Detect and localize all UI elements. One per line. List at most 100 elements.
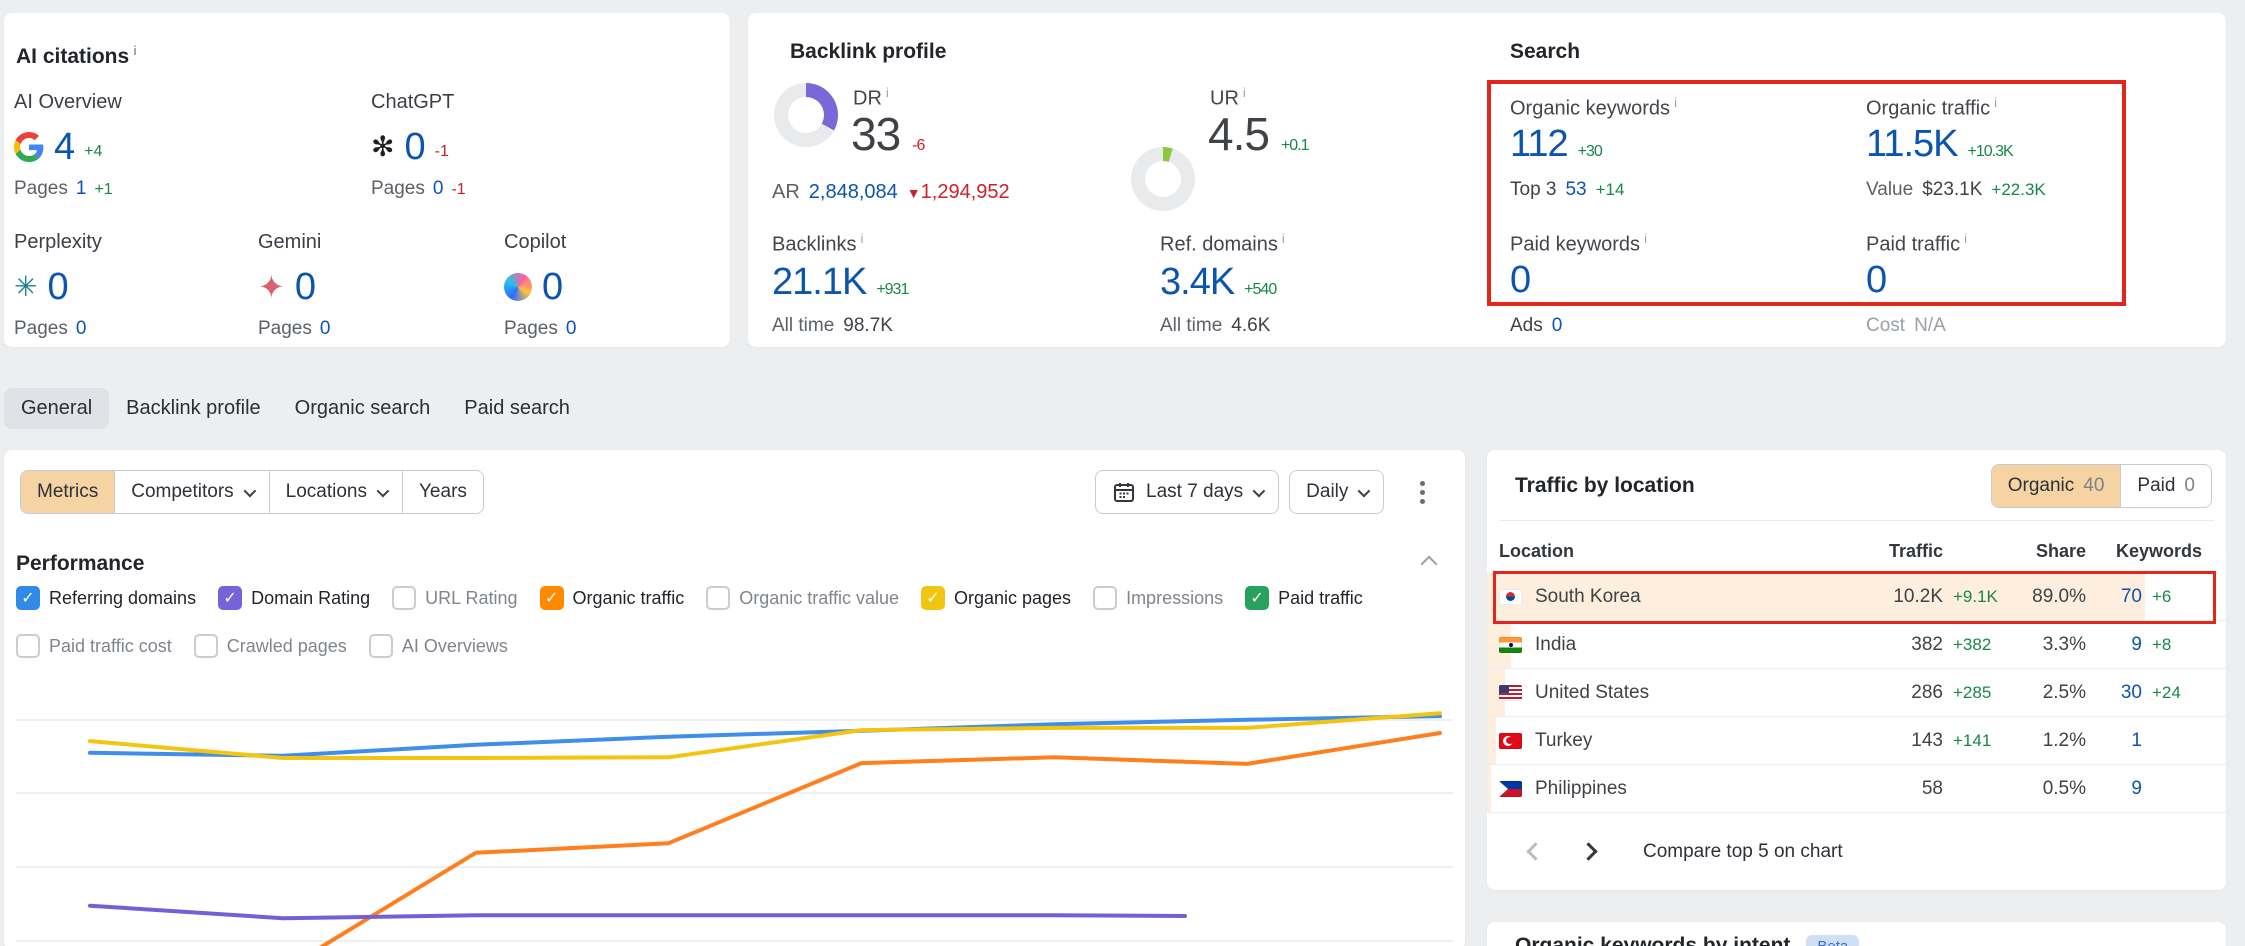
ai-citations-value[interactable]: 4: [54, 126, 74, 169]
paid-traffic-value[interactable]: 0: [1866, 259, 1886, 302]
toggle-organic[interactable]: Organic 40: [1992, 465, 2121, 507]
ar-line: AR 2,848,084 ▼1,294,952: [772, 181, 1010, 204]
metric-checkbox-paid-traffic-cost[interactable]: Paid traffic cost: [16, 634, 172, 658]
metric-checkbox-domain-rating[interactable]: ✓Domain Rating: [218, 586, 370, 610]
in-flag-icon: [1499, 637, 1522, 653]
ai-citations-value[interactable]: 0: [295, 266, 315, 309]
metric-checkbox-crawled-pages[interactable]: Crawled pages: [194, 634, 347, 658]
paid-keywords-value[interactable]: 0: [1510, 259, 1530, 302]
pages-value[interactable]: 1: [76, 178, 87, 200]
paid-traffic-label: Paid traffici: [1866, 231, 1967, 257]
keywords-value[interactable]: 70: [2086, 586, 2142, 608]
checkbox-icon[interactable]: [1093, 586, 1117, 610]
organic-keywords-value[interactable]: 112 +30: [1510, 123, 1602, 166]
ref-domains-value[interactable]: 3.4K +540: [1160, 261, 1276, 304]
info-icon[interactable]: i: [1243, 85, 1246, 100]
location-name[interactable]: United States: [1499, 682, 1833, 704]
traffic-trend: +9.1K: [1943, 587, 1998, 607]
location-row-india[interactable]: India382+3823.3%9+8: [1487, 621, 2226, 669]
location-row-philippines[interactable]: Philippines580.5%9: [1487, 765, 2226, 813]
checkbox-icon[interactable]: ✓: [16, 586, 40, 610]
location-name[interactable]: Philippines: [1499, 778, 1833, 800]
backlinks-value[interactable]: 21.1K +931: [772, 261, 908, 304]
pages-trend: -1: [451, 181, 465, 199]
info-icon[interactable]: i: [133, 43, 137, 58]
tab-backlink-profile[interactable]: Backlink profile: [109, 388, 278, 429]
checkbox-icon[interactable]: ✓: [921, 586, 945, 610]
location-row-south-korea[interactable]: South Korea10.2K+9.1K89.0%70+6: [1487, 573, 2226, 621]
previous-page-icon[interactable]: [1526, 842, 1544, 860]
pages-label: Pages: [371, 178, 425, 200]
pages-label: Pages: [504, 318, 558, 340]
checkbox-icon[interactable]: ✓: [540, 586, 564, 610]
keywords-value[interactable]: 1: [2086, 730, 2142, 752]
checkbox-icon[interactable]: [16, 634, 40, 658]
tab-organic-search[interactable]: Organic search: [278, 388, 448, 429]
info-icon[interactable]: i: [860, 231, 863, 246]
toggle-paid[interactable]: Paid 0: [2120, 465, 2211, 507]
checkbox-icon[interactable]: [369, 634, 393, 658]
metric-checkbox-organic-pages[interactable]: ✓Organic pages: [921, 586, 1071, 610]
ads-value[interactable]: 0: [1552, 315, 1563, 337]
metric-checkbox-referring-domains[interactable]: ✓Referring domains: [16, 586, 196, 610]
info-icon[interactable]: i: [886, 85, 889, 100]
next-page-icon[interactable]: [1579, 842, 1597, 860]
location-row-united-states[interactable]: United States286+2852.5%30+24: [1487, 669, 2226, 717]
location-name[interactable]: India: [1499, 634, 1833, 656]
pages-value[interactable]: 0: [76, 318, 87, 340]
keywords-value[interactable]: 9: [2086, 634, 2142, 656]
more-options-kebab-icon[interactable]: [1416, 477, 1429, 508]
info-icon[interactable]: i: [1282, 231, 1285, 246]
ai-citations-trend: -1: [435, 143, 449, 161]
checkbox-icon[interactable]: [392, 586, 416, 610]
share-value: 2.5%: [1998, 682, 2086, 704]
location-name[interactable]: South Korea: [1499, 586, 1833, 608]
organic-traffic-value[interactable]: 11.5K +10.3K: [1866, 123, 2013, 166]
filter-locations-button[interactable]: Locations: [270, 471, 403, 513]
granularity-button[interactable]: Daily: [1289, 470, 1384, 514]
backlinks-trend: +931: [876, 281, 908, 299]
tab-paid-search[interactable]: Paid search: [447, 388, 587, 429]
keywords-value[interactable]: 9: [2086, 778, 2142, 800]
checkbox-icon[interactable]: ✓: [1245, 586, 1269, 610]
beta-badge: Beta: [1806, 935, 1859, 946]
location-name[interactable]: Turkey: [1499, 730, 1833, 752]
ai-citations-value[interactable]: 0: [47, 266, 67, 309]
filter-metrics-button[interactable]: Metrics: [21, 471, 115, 513]
ai-citations-value[interactable]: 0: [542, 266, 562, 309]
metric-checkbox-organic-traffic[interactable]: ✓Organic traffic: [540, 586, 685, 610]
metric-checkbox-organic-traffic-value[interactable]: Organic traffic value: [706, 586, 899, 610]
date-range-button[interactable]: Last 7 days: [1095, 470, 1279, 514]
info-icon[interactable]: i: [1674, 95, 1677, 110]
info-icon[interactable]: i: [1994, 95, 1997, 110]
pages-value[interactable]: 0: [566, 318, 577, 340]
checkbox-label: Paid traffic: [1278, 588, 1363, 609]
info-icon[interactable]: i: [1964, 231, 1967, 246]
info-icon[interactable]: i: [1644, 231, 1647, 246]
filter-years-button[interactable]: Years: [403, 471, 483, 513]
location-row-turkey[interactable]: Turkey143+1411.2%1: [1487, 717, 2226, 765]
tab-general[interactable]: General: [4, 388, 109, 429]
keywords-value[interactable]: 30: [2086, 682, 2142, 704]
collapse-section-icon[interactable]: [1421, 556, 1438, 573]
checkbox-icon[interactable]: [706, 586, 730, 610]
compare-top5-link[interactable]: Compare top 5 on chart: [1643, 841, 1843, 863]
top3-trend: +14: [1596, 180, 1625, 200]
top3-value[interactable]: 53: [1565, 179, 1586, 201]
checkbox-icon[interactable]: ✓: [218, 586, 242, 610]
metric-checkbox-paid-traffic[interactable]: ✓ Paid traffic: [1245, 586, 1363, 610]
dashboard-page: AI citationsi AI Overview 4 +4 Pages1+1 …: [0, 0, 2245, 946]
filter-competitors-button[interactable]: Competitors: [115, 471, 269, 513]
traffic-value: 58: [1833, 778, 1943, 800]
metric-checkbox-impressions[interactable]: Impressions: [1093, 586, 1223, 610]
pages-value[interactable]: 0: [433, 178, 444, 200]
toggle-label: Organic: [2008, 475, 2075, 497]
metric-checkbox-url-rating[interactable]: URL Rating: [392, 586, 517, 610]
metric-checkbox-ai-overviews[interactable]: AI Overviews: [369, 634, 508, 658]
ai-citations-value[interactable]: 0: [404, 126, 424, 169]
share-value: 3.3%: [1998, 634, 2086, 656]
filter-label: Locations: [286, 481, 367, 503]
ar-value[interactable]: 2,848,084: [809, 181, 898, 204]
checkbox-icon[interactable]: [194, 634, 218, 658]
pages-value[interactable]: 0: [320, 318, 331, 340]
